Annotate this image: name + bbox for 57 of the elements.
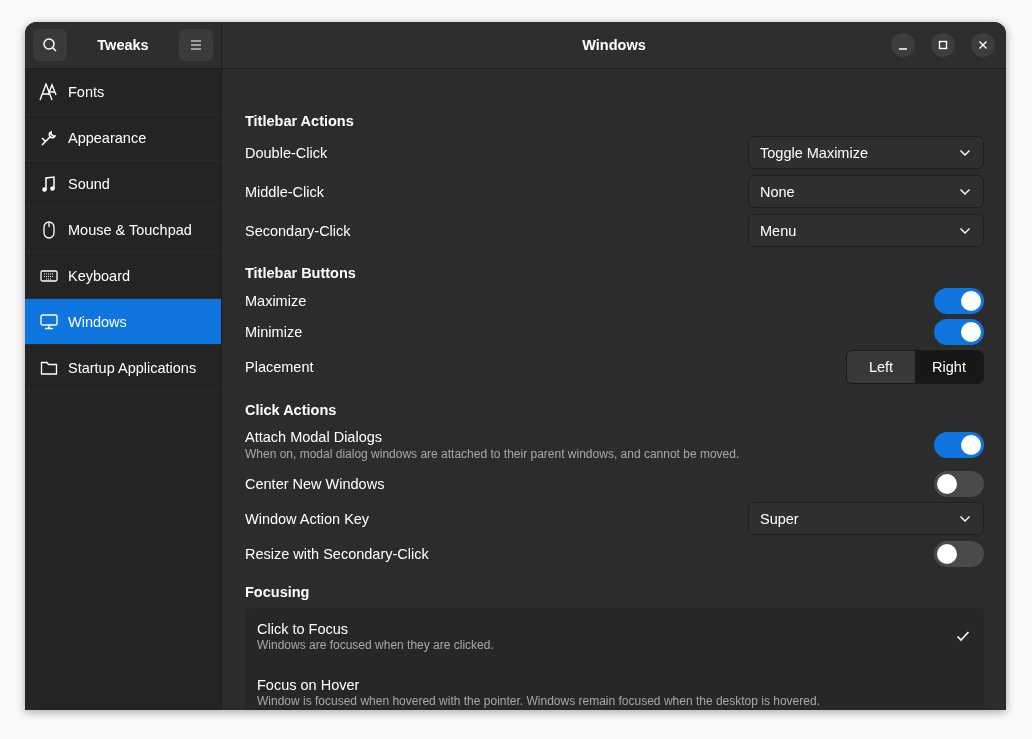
- window-title: Windows: [582, 37, 646, 53]
- close-icon: [978, 40, 988, 50]
- section-heading: Titlebar Buttons: [245, 264, 357, 283]
- radio-option[interactable]: Click to Focus Windows are focused when they are clicked.: [245, 608, 984, 664]
- dropdown[interactable]: None: [748, 175, 984, 208]
- dropdown[interactable]: Super: [748, 502, 984, 535]
- chevron-down-icon: [959, 514, 971, 523]
- setting-label: Secondary-Click: [245, 222, 351, 239]
- setting-label: Placement: [245, 359, 314, 375]
- sidebar-item[interactable]: Windows: [25, 299, 221, 345]
- menu-icon: [189, 39, 203, 51]
- sidebar-item[interactable]: Appearance: [25, 115, 221, 161]
- dropdown[interactable]: Toggle Maximize: [748, 136, 984, 169]
- sidebar-item[interactable]: Startup Applications: [25, 345, 221, 391]
- section-heading: Focusing: [245, 583, 311, 602]
- music-note-icon: [41, 174, 57, 193]
- section-heading: Click Actions: [245, 401, 338, 420]
- setting-description: When on, modal dialog windows are attached to their parent windows, and cannot be moved.: [245, 447, 740, 461]
- chevron-down-icon: [959, 148, 971, 157]
- radio-option[interactable]: Focus on Hover Window is focused when hovered with the pointer. Windows remain focused when the desktop is hovered.: [245, 664, 984, 710]
- setting-label: Attach Modal Dialogs: [245, 429, 383, 445]
- minimize-icon: [899, 48, 907, 50]
- toggle-switch[interactable]: [934, 432, 984, 458]
- sidebar-item[interactable]: Sound: [25, 161, 221, 207]
- setting-label: Double-Click: [245, 144, 328, 161]
- keyboard-icon: [40, 268, 58, 283]
- monitor-icon: [40, 313, 58, 330]
- section-heading: Titlebar Actions: [245, 112, 355, 131]
- maximize-icon: [938, 40, 948, 50]
- chevron-down-icon: [959, 187, 971, 196]
- chevron-down-icon: [959, 226, 971, 235]
- setting-label: Window Action Key: [245, 510, 370, 527]
- setting-label: Maximize: [245, 292, 307, 309]
- wrench-icon: [40, 128, 58, 147]
- segment-button[interactable]: Right: [915, 351, 983, 383]
- setting-label: Resize with Secondary-Click: [245, 545, 429, 562]
- mouse-icon: [43, 220, 55, 239]
- toggle-switch[interactable]: [934, 540, 984, 567]
- sidebar-title: Tweaks: [97, 37, 149, 53]
- menu-button[interactable]: [179, 29, 213, 61]
- maximize-button[interactable]: [931, 33, 955, 57]
- sidebar-item[interactable]: Fonts: [25, 69, 221, 115]
- font-icon: [39, 82, 59, 101]
- search-button[interactable]: [33, 29, 67, 61]
- setting-label: Center New Windows: [245, 475, 385, 492]
- segment-button[interactable]: Left: [847, 351, 915, 383]
- setting-label: Minimize: [245, 323, 303, 340]
- search-icon: [42, 37, 58, 53]
- toggle-switch[interactable]: [934, 470, 984, 497]
- close-button[interactable]: [971, 33, 995, 57]
- toggle-switch[interactable]: [934, 318, 984, 345]
- folder-icon: [40, 359, 58, 376]
- dropdown[interactable]: Menu: [748, 214, 984, 247]
- setting-label: Middle-Click: [245, 183, 324, 200]
- sidebar-item[interactable]: Mouse & Touchpad: [25, 207, 221, 253]
- toggle-switch[interactable]: [934, 287, 984, 314]
- minimize-button[interactable]: [891, 33, 915, 57]
